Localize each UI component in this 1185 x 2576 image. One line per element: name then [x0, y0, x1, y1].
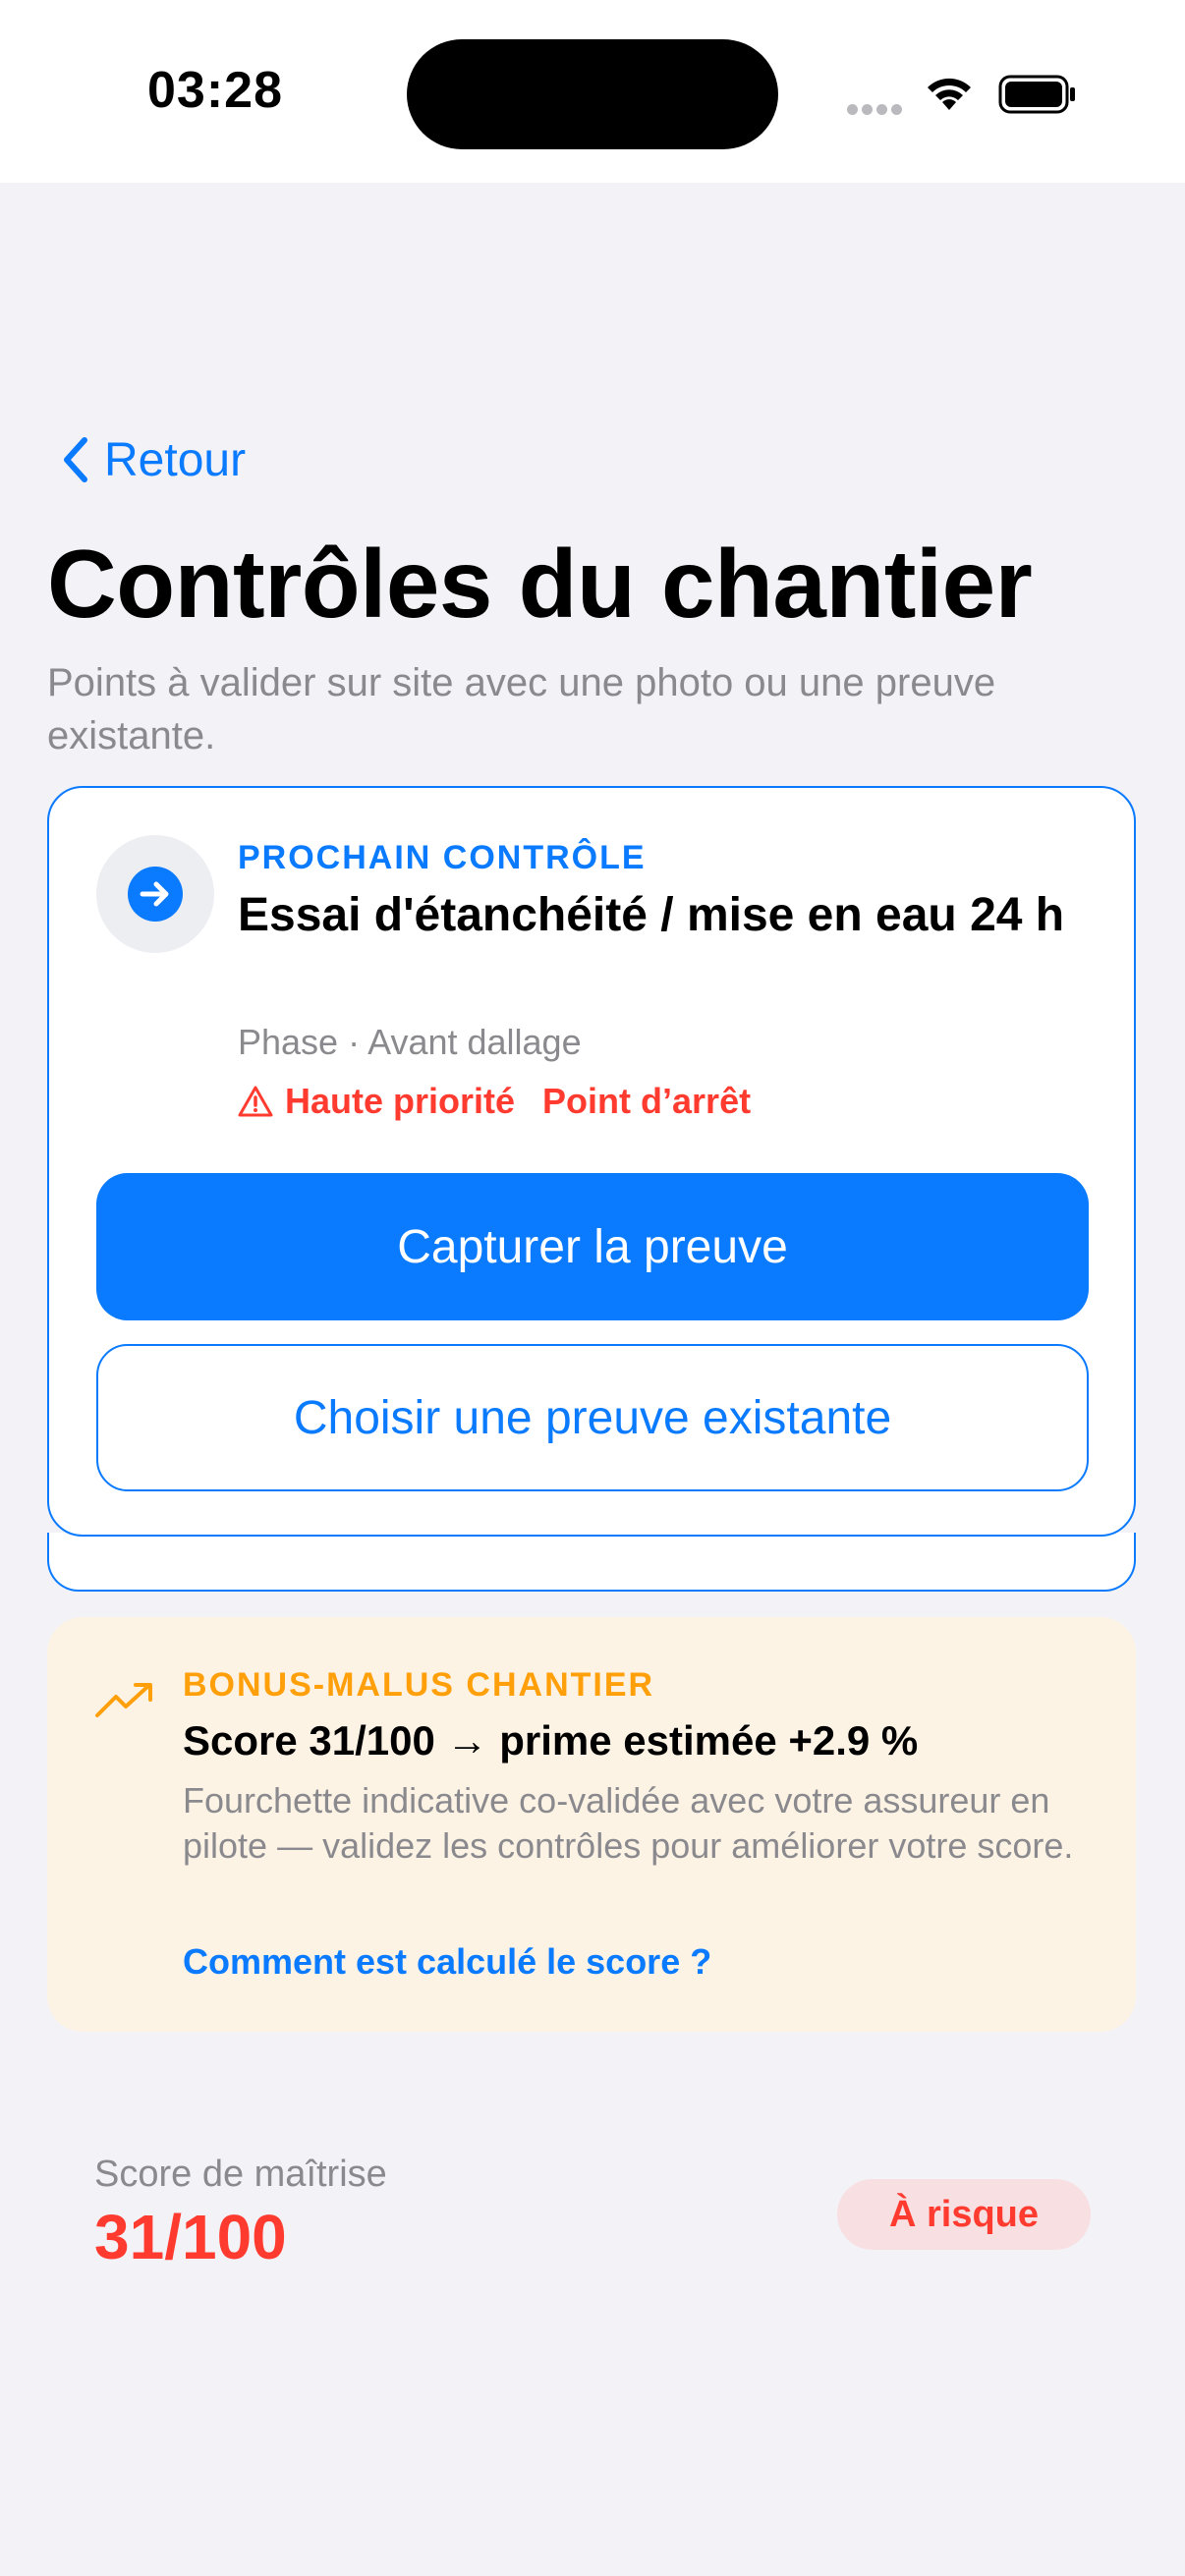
bonus-malus-card: BONUS-MALUS CHANTIER Score 31/100 → prim… — [47, 1617, 1136, 2032]
mastery-score-label: Score de maîtrise — [94, 2154, 387, 2195]
back-label: Retour — [104, 433, 247, 486]
page-subtitle: Points à valider sur site avec une photo… — [47, 661, 996, 757]
chevron-left-icon — [64, 437, 87, 482]
arrow-right-circle-icon — [96, 835, 214, 953]
next-card-peek — [47, 1533, 1136, 1592]
next-check-phase: Phase · Avant dallage — [238, 1022, 582, 1062]
next-check-title: Essai d'étanchéité / mise en eau 24 h — [238, 889, 1065, 941]
status-time: 03:28 — [147, 62, 283, 119]
choose-existing-proof-button[interactable]: Choisir une preuve existante — [96, 1344, 1089, 1491]
bonus-malus-eyebrow: BONUS-MALUS CHANTIER — [183, 1666, 655, 1704]
risk-status-badge: À risque — [837, 2179, 1091, 2250]
wifi-icon — [928, 78, 971, 110]
status-bar: 03:28 — [0, 0, 1185, 183]
dynamic-island — [407, 39, 778, 149]
back-button[interactable]: Retour — [61, 428, 246, 491]
trending-up-icon — [95, 1683, 152, 1717]
next-check-eyebrow: PROCHAIN CONTRÔLE — [238, 839, 647, 876]
battery-icon — [998, 75, 1075, 114]
next-check-flags: Haute priorité Point d’arrêt — [238, 1081, 751, 1122]
capture-proof-button[interactable]: Capturer la preuve — [96, 1173, 1089, 1320]
hold-point-label: Point d’arrêt — [542, 1081, 752, 1121]
bonus-malus-title: Score 31/100 → prime estimée +2.9 % — [183, 1717, 919, 1764]
priority-label: Haute priorité — [285, 1081, 516, 1121]
cellular-signal-icon — [847, 102, 906, 120]
bonus-malus-description: Fourchette indicative co-validée avec vo… — [183, 1780, 1074, 1866]
warning-triangle-icon — [238, 1086, 273, 1117]
mastery-score-value: 31/100 — [94, 2202, 287, 2272]
score-explanation-link[interactable]: Comment est calculé le score ? — [183, 1941, 711, 1983]
page-title: Contrôles du chantier — [47, 530, 1033, 638]
next-check-card: PROCHAIN CONTRÔLE Essai d'étanchéité / m… — [47, 786, 1136, 1537]
